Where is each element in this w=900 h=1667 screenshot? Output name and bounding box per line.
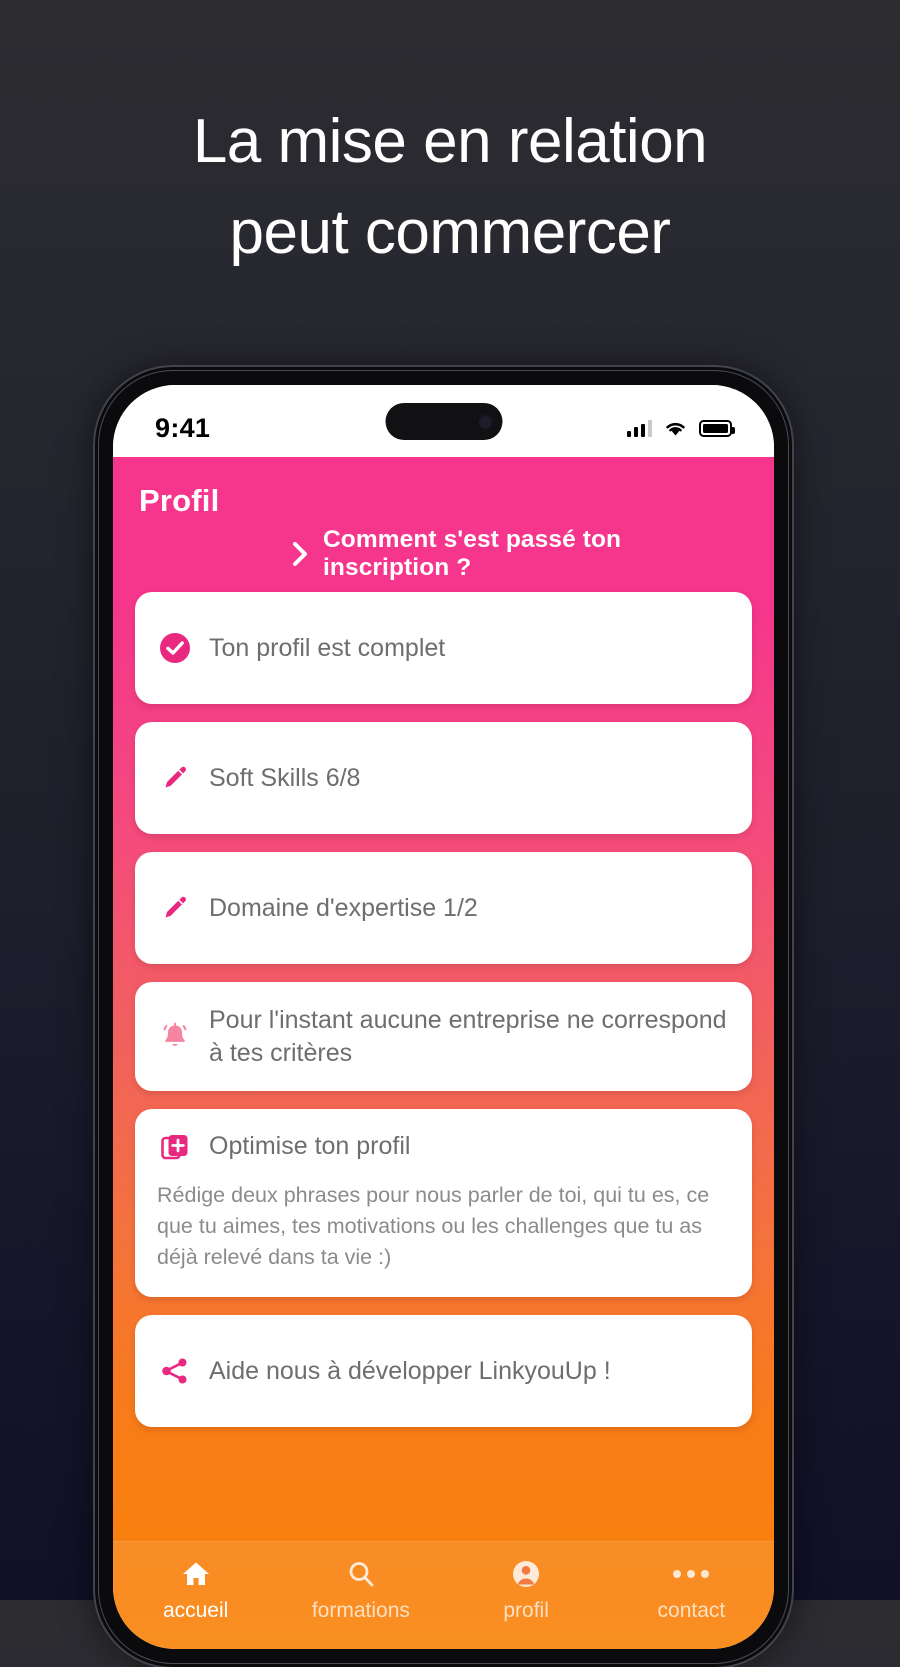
app-header: Profil Comment s'est passé ton inscripti… — [113, 457, 774, 582]
library-add-icon — [157, 1129, 193, 1165]
person-icon — [511, 1558, 541, 1590]
card-optimise-title: Optimise ton profil — [209, 1132, 411, 1160]
nav-item-profil[interactable]: profil — [444, 1558, 609, 1623]
nav-item-formations[interactable]: formations — [278, 1558, 443, 1623]
inscription-link-label: Comment s'est passé ton inscription ? — [323, 526, 622, 581]
bell-icon — [157, 1018, 193, 1054]
card-optimise-profile[interactable]: Optimise ton profil Rédige deux phrases … — [135, 1108, 752, 1298]
card-list: Ton profil est complet Soft Skills 6/8 D… — [113, 582, 774, 1541]
nav-label: formations — [311, 1599, 410, 1622]
home-icon — [181, 1558, 211, 1590]
inscription-link[interactable]: Comment s'est passé ton inscription ? — [139, 526, 748, 582]
battery-icon — [699, 419, 735, 437]
wifi-icon — [666, 422, 685, 436]
card-share-app[interactable]: Aide nous à développer LinkyouUp ! — [135, 1315, 752, 1428]
status-bar-indicators — [626, 419, 735, 437]
headline-line-2: peut commercer — [229, 198, 671, 268]
app-content: Profil Comment s'est passé ton inscripti… — [113, 457, 774, 1649]
cellular-bars-icon — [626, 419, 652, 437]
pencil-icon — [157, 890, 193, 926]
card-label: Aide nous à développer LinkyouUp ! — [209, 1357, 611, 1386]
card-label: Ton profil est complet — [209, 634, 446, 663]
card-no-company-match[interactable]: Pour l'instant aucune entreprise ne corr… — [135, 982, 752, 1091]
card-label: Pour l'instant aucune entreprise ne corr… — [209, 1006, 727, 1068]
card-optimise-body: Rédige deux phrases pour nous parler de … — [157, 1182, 710, 1269]
chevron-right-icon — [293, 542, 307, 566]
page-title: La mise en relation peut commercer — [0, 96, 900, 278]
nav-item-contact[interactable]: contact — [609, 1558, 774, 1623]
status-bar-time: 9:41 — [155, 412, 211, 443]
check-circle-icon — [157, 630, 193, 666]
nav-label: accueil — [162, 1599, 229, 1622]
bottom-navigation-bar: accueil formations profil contact — [113, 1541, 774, 1649]
status-bar: 9:41 — [113, 385, 774, 457]
dynamic-island — [385, 403, 502, 440]
ellipsis-icon — [673, 1558, 710, 1590]
card-domaine-expertise[interactable]: Domaine d'expertise 1/2 — [135, 852, 752, 964]
pencil-icon — [157, 760, 193, 796]
share-icon — [157, 1353, 193, 1389]
front-camera-icon — [477, 413, 493, 430]
nav-label: contact — [657, 1599, 726, 1622]
card-soft-skills[interactable]: Soft Skills 6/8 — [135, 722, 752, 834]
card-label: Domaine d'expertise 1/2 — [209, 894, 478, 923]
card-label: Soft Skills 6/8 — [209, 764, 361, 793]
search-icon — [346, 1558, 376, 1590]
phone-screen: 9:41 Profil Comment s'est passé ton insc… — [113, 385, 774, 1649]
nav-label: profil — [503, 1599, 549, 1622]
card-profile-complete[interactable]: Ton profil est complet — [135, 592, 752, 704]
headline-line-1: La mise en relation — [192, 107, 708, 176]
phone-mockup: 9:41 Profil Comment s'est passé ton insc… — [95, 367, 792, 1667]
nav-item-accueil[interactable]: accueil — [113, 1558, 278, 1623]
app-title: Profil — [139, 483, 220, 518]
card-optimise-header: Optimise ton profil — [157, 1129, 410, 1165]
